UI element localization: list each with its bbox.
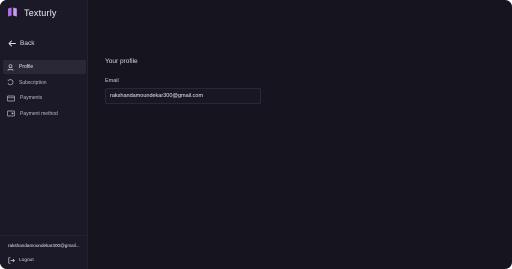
- payments-icon: [7, 95, 15, 102]
- nav-item-label: Payment method: [20, 110, 58, 117]
- settings-nav: Profile Subscription Payments Payment me…: [0, 60, 87, 122]
- email-field[interactable]: rakshandamoundekar300@gmail.com: [105, 88, 261, 104]
- brand: Texturly: [7, 7, 57, 18]
- logout-icon: [8, 257, 15, 264]
- user-email: rakshandamoundekar300@gmail...: [8, 243, 80, 248]
- nav-item-label: Profile: [19, 64, 34, 70]
- logout-button[interactable]: Logout: [8, 257, 34, 264]
- texturly-logo-icon: [8, 7, 17, 17]
- page-title: Your profile: [105, 58, 138, 65]
- nav-item-label: Payments: [20, 95, 43, 102]
- nav-item-subscription[interactable]: Subscription: [3, 76, 86, 90]
- subscription-icon: [7, 79, 14, 86]
- nav-item-label: Subscription: [19, 79, 47, 86]
- nav-item-payment-method[interactable]: Payment method: [3, 107, 86, 121]
- main-content: Your profile Email rakshandamoundekar300…: [88, 0, 512, 269]
- app-name: Texturly: [24, 7, 57, 18]
- email-label: Email: [105, 78, 119, 84]
- logout-label: Logout: [19, 258, 34, 263]
- back-button[interactable]: Back: [8, 40, 34, 47]
- payment-method-icon: [7, 110, 15, 117]
- sidebar: Texturly Back Profile Subscription Payme…: [0, 0, 88, 269]
- sidebar-divider: [0, 235, 87, 236]
- app-window: Texturly Back Profile Subscription Payme…: [0, 0, 512, 269]
- arrow-left-icon: [8, 40, 16, 47]
- email-value: rakshandamoundekar300@gmail.com: [110, 93, 204, 99]
- nav-item-profile[interactable]: Profile: [3, 60, 86, 74]
- user-icon: [7, 63, 14, 71]
- back-label: Back: [20, 40, 35, 47]
- nav-item-payments[interactable]: Payments: [3, 91, 86, 105]
